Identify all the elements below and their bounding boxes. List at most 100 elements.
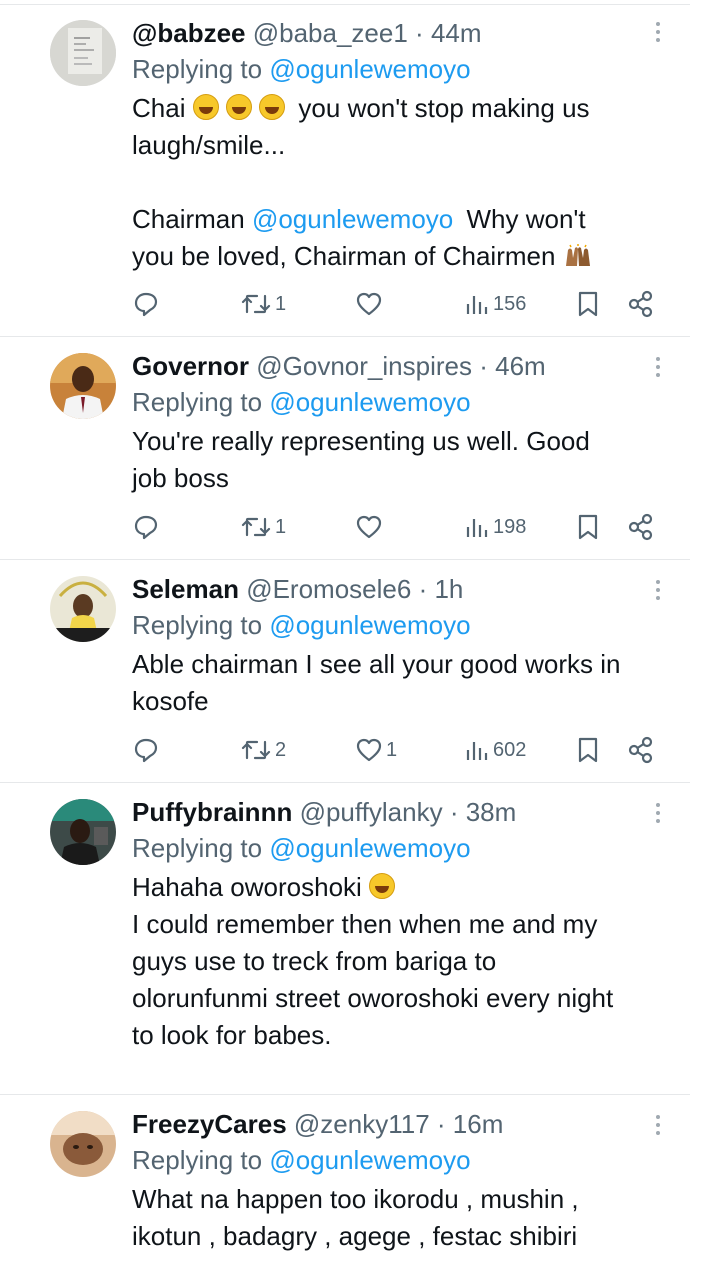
bar-chart-icon [466, 519, 488, 537]
like-button[interactable] [355, 510, 386, 544]
heart-icon [356, 738, 382, 762]
tweet-text-line: Chairman [132, 204, 245, 234]
share-button[interactable] [627, 510, 655, 544]
avatar[interactable] [50, 1111, 116, 1177]
user-handle[interactable]: @Govnor_inspires [256, 351, 472, 381]
bookmark-button[interactable] [575, 733, 601, 767]
avatar[interactable] [50, 799, 116, 865]
speech-bubble-icon [134, 292, 158, 317]
bookmark-button[interactable] [575, 287, 601, 321]
raised-hands-emoji [563, 241, 593, 266]
separator-dot: · [415, 18, 424, 48]
separator-dot: · [479, 351, 488, 381]
replying-to-label: Replying to [132, 1145, 263, 1175]
share-button[interactable] [627, 287, 655, 321]
tweet-text-line: What na happen too ikorodu , mushin , [132, 1184, 579, 1214]
replying-to: Replying to @ogunlewemoyo [132, 608, 471, 642]
tweet-text: You're really representing us well. Good… [132, 423, 692, 497]
bar-chart-icon [466, 742, 488, 760]
like-button[interactable] [355, 287, 386, 321]
share-nodes-icon [628, 513, 653, 541]
repost-button[interactable]: 2 [240, 733, 286, 767]
reply-tweet[interactable]: Governor @Govnor_inspires · 46m Replying… [0, 337, 720, 559]
avatar[interactable] [50, 20, 116, 86]
separator-dot: · [436, 1109, 446, 1139]
tweet-header: FreezyCares @zenky117 · 16m [132, 1107, 503, 1141]
timestamp[interactable]: 46m [495, 351, 546, 381]
user-handle[interactable]: @Eromosele6 [246, 574, 411, 604]
tweet-header: Seleman @Eromosele6 · 1h [132, 572, 463, 606]
timestamp[interactable]: 44m [431, 18, 482, 48]
more-options-icon[interactable] [648, 1115, 668, 1139]
display-name[interactable]: Governor [132, 351, 249, 381]
tweet-text: What na happen too ikorodu , mushin , ik… [132, 1181, 692, 1255]
tweet-text-line: Why won't [466, 204, 586, 234]
user-handle[interactable]: @baba_zee1 [253, 18, 408, 48]
reply-tweet[interactable]: Seleman @Eromosele6 · 1h Replying to @og… [0, 560, 720, 782]
tweet-text: Hahaha oworoshoki I could remember then … [132, 869, 692, 1054]
replying-to-mention[interactable]: @ogunlewemoyo [269, 833, 470, 863]
bookmark-icon [578, 737, 598, 763]
replying-to: Replying to @ogunlewemoyo [132, 1143, 471, 1177]
view-count: 198 [493, 515, 527, 538]
mention-link[interactable]: @ogunlewemoyo [252, 204, 453, 234]
replying-to-mention[interactable]: @ogunlewemoyo [269, 1145, 470, 1175]
tweet-text-line: You're really representing us well. Good [132, 426, 590, 456]
repost-arrows-icon [241, 740, 271, 760]
timestamp[interactable]: 1h [434, 574, 463, 604]
separator-dot: · [449, 797, 459, 827]
display-name[interactable]: Puffybrainnn [132, 797, 292, 827]
display-name[interactable]: FreezyCares [132, 1109, 287, 1139]
tweet-text-line: Able chairman I see all your good works … [132, 649, 621, 679]
heart-icon [356, 292, 382, 316]
repost-button[interactable]: 1 [240, 510, 286, 544]
user-handle[interactable]: @zenky117 [294, 1109, 430, 1139]
reply-button[interactable] [132, 287, 160, 321]
action-bar: 2 1 602 [132, 733, 672, 767]
avatar[interactable] [50, 353, 116, 419]
timestamp[interactable]: 16m [453, 1109, 504, 1139]
repost-count: 1 [275, 292, 287, 315]
display-name[interactable]: @babzee [132, 18, 246, 48]
views-button[interactable]: 198 [464, 510, 526, 544]
share-nodes-icon [628, 736, 653, 764]
tweet-text-line: Chai [132, 93, 186, 123]
tweet-header: @babzee @baba_zee1 · 44m [132, 16, 482, 50]
replying-to-mention[interactable]: @ogunlewemoyo [269, 610, 470, 640]
tweet-text-line: laugh/smile... [132, 130, 286, 160]
more-options-icon[interactable] [648, 580, 668, 604]
bookmark-button[interactable] [575, 510, 601, 544]
tweet-text-line: ikotun , badagry , agege , festac shibir… [132, 1221, 578, 1251]
user-handle[interactable]: @puffylanky [300, 797, 443, 827]
tweet-text: Chai you won't stop making us laugh/smil… [132, 90, 692, 275]
replying-to-mention[interactable]: @ogunlewemoyo [269, 54, 470, 84]
reply-button[interactable] [132, 733, 160, 767]
tweet-text-line: to look for babes. [132, 1020, 332, 1050]
share-button[interactable] [627, 733, 655, 767]
reply-tweet[interactable]: FreezyCares @zenky117 · 16m Replying to … [0, 1095, 720, 1261]
bookmark-icon [578, 291, 598, 317]
more-options-icon[interactable] [648, 357, 668, 381]
like-count: 1 [386, 738, 398, 761]
action-bar: 1 156 [132, 287, 672, 321]
tweet-text-line: you won't stop making us [298, 93, 590, 123]
display-name[interactable]: Seleman [132, 574, 239, 604]
reply-tweet[interactable]: Puffybrainnn @puffylanky · 38m Replying … [0, 783, 720, 1094]
reply-tweet[interactable]: @babzee @baba_zee1 · 44m Replying to @og… [0, 0, 720, 336]
like-button[interactable]: 1 [355, 733, 397, 767]
view-count: 602 [493, 738, 527, 761]
action-bar: 1 198 [132, 510, 672, 544]
grinning-squint-emoji [225, 94, 252, 120]
replying-to-mention[interactable]: @ogunlewemoyo [269, 387, 470, 417]
avatar[interactable] [50, 576, 116, 642]
more-options-icon[interactable] [648, 803, 668, 827]
reply-button[interactable] [132, 510, 160, 544]
views-button[interactable]: 156 [464, 287, 526, 321]
separator-dot: · [418, 574, 428, 604]
tweet-text-line: guys use to treck from bariga to [132, 946, 497, 976]
speech-bubble-icon [134, 515, 158, 540]
repost-button[interactable]: 1 [240, 287, 286, 321]
timestamp[interactable]: 38m [466, 797, 517, 827]
more-options-icon[interactable] [648, 22, 668, 46]
views-button[interactable]: 602 [464, 733, 526, 767]
